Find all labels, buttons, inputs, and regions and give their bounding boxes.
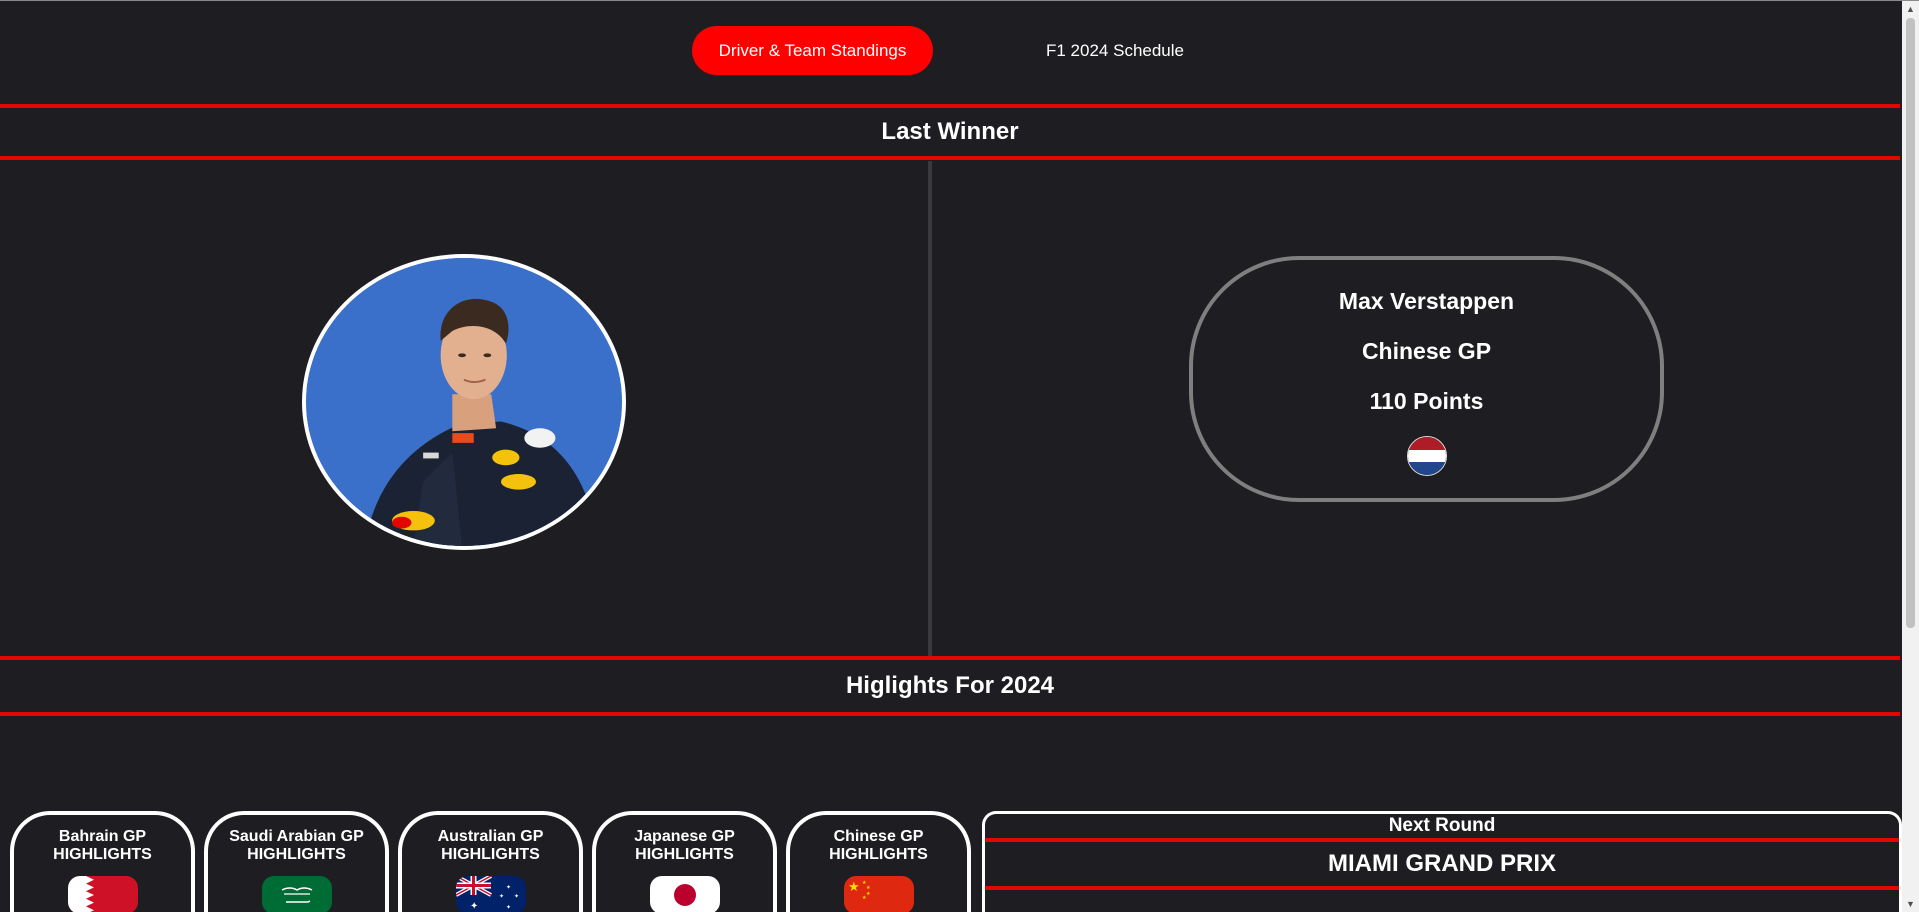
page-scrollbar[interactable]: ▲ ▼ [1902, 1, 1919, 912]
highlight-race-name: Saudi Arabian GP [229, 828, 364, 845]
highlights-heading: Higlights For 2024 [0, 656, 1900, 716]
highlight-title: Saudi Arabian GP HIGHLIGHTS [208, 828, 385, 864]
highlight-label: HIGHLIGHTS [53, 846, 152, 863]
schedule-link[interactable]: F1 2024 Schedule [1030, 26, 1200, 75]
next-round-panel: Next Round MIAMI GRAND PRIX [982, 811, 1902, 912]
winner-info-card: Max Verstappen Chinese GP 110 Points [1189, 256, 1664, 502]
highlight-card-australia[interactable]: Australian GP HIGHLIGHTS ✦ ✦ ✦ ✦ ✦ [398, 811, 583, 912]
driver-photo-icon [306, 258, 622, 546]
scrollbar-thumb[interactable] [1906, 18, 1915, 628]
winner-points: 110 Points [1369, 388, 1484, 414]
driver-portrait [302, 254, 626, 550]
svg-text:★: ★ [848, 880, 860, 895]
highlight-label: HIGHLIGHTS [247, 846, 346, 863]
svg-text:✦: ✦ [506, 884, 511, 891]
svg-text:✦: ✦ [499, 893, 504, 900]
highlight-race-name: Australian GP [437, 828, 544, 845]
highlight-title: Chinese GP HIGHLIGHTS [790, 828, 967, 864]
highlight-race-name: Japanese GP [634, 828, 735, 845]
china-flag-icon: ★ ★ ★ ★ ★ [843, 876, 914, 912]
saudi-arabia-flag-icon [261, 876, 332, 912]
svg-text:★: ★ [862, 895, 867, 901]
highlight-title: Australian GP HIGHLIGHTS [402, 828, 579, 864]
highlight-label: HIGHLIGHTS [829, 846, 928, 863]
winner-driver-name: Max Verstappen [1338, 288, 1515, 314]
highlight-title: Bahrain GP HIGHLIGHTS [14, 828, 191, 864]
bahrain-flag-icon [67, 876, 138, 912]
svg-text:✦: ✦ [470, 901, 478, 912]
netherlands-flag-icon [1406, 436, 1447, 476]
top-nav: Driver & Team Standings F1 2024 Schedule [0, 1, 1900, 101]
scroll-up-arrow-icon[interactable]: ▲ [1902, 1, 1919, 18]
next-round-label: Next Round [1388, 815, 1496, 836]
highlight-race-name: Chinese GP [833, 828, 924, 845]
page: Driver & Team Standings F1 2024 Schedule… [0, 0, 1919, 912]
australia-flag-icon: ✦ ✦ ✦ ✦ ✦ [455, 876, 526, 912]
highlight-label: HIGHLIGHTS [635, 846, 734, 863]
japan-flag-icon [649, 876, 720, 912]
winner-race-name: Chinese GP [1361, 338, 1492, 364]
svg-text:✦: ✦ [514, 893, 519, 900]
highlight-card-china[interactable]: Chinese GP HIGHLIGHTS ★ ★ ★ ★ ★ [786, 811, 971, 912]
svg-text:✦: ✦ [506, 904, 511, 911]
highlight-label: HIGHLIGHTS [441, 846, 540, 863]
highlight-title: Japanese GP HIGHLIGHTS [596, 828, 773, 864]
highlight-race-name: Bahrain GP [58, 828, 147, 845]
highlight-card-saudi-arabia[interactable]: Saudi Arabian GP HIGHLIGHTS [204, 811, 389, 912]
driver-team-standings-button[interactable]: Driver & Team Standings [692, 26, 933, 75]
scroll-down-arrow-icon[interactable]: ▼ [1902, 896, 1919, 912]
highlight-card-bahrain[interactable]: Bahrain GP HIGHLIGHTS [10, 811, 195, 912]
last-winner-heading: Last Winner [0, 104, 1900, 160]
highlight-card-japan[interactable]: Japanese GP HIGHLIGHTS [592, 811, 777, 912]
svg-text:★: ★ [866, 891, 871, 897]
section-divider [928, 161, 932, 657]
next-round-race: MIAMI GRAND PRIX [985, 838, 1899, 890]
